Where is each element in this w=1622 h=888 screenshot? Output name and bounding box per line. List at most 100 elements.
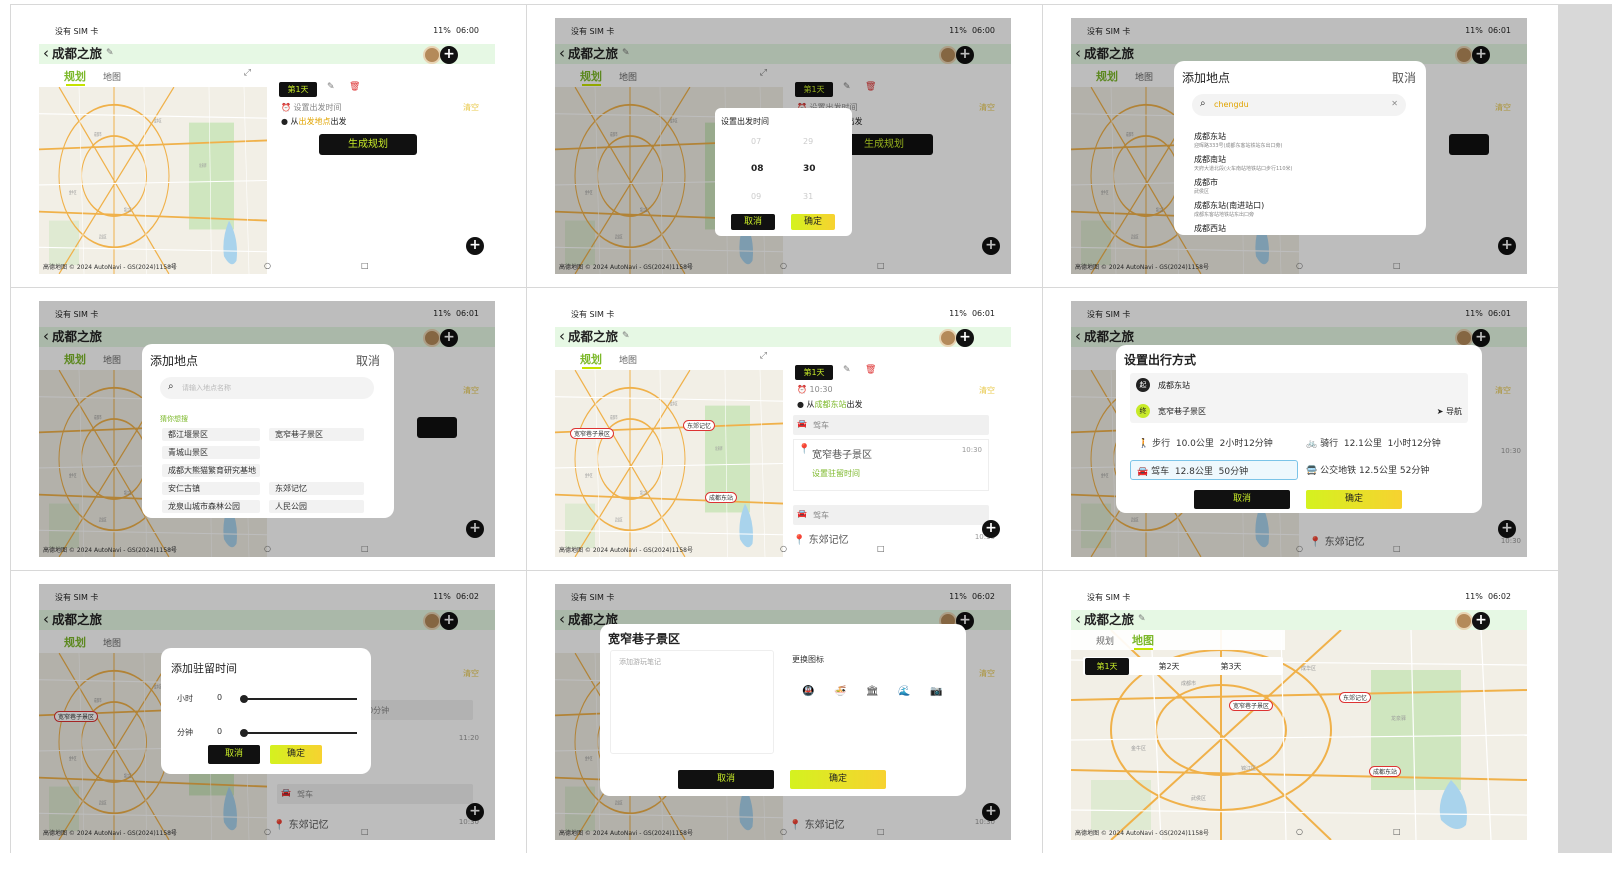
avatar[interactable]	[939, 329, 957, 347]
back-icon[interactable]: ‹	[559, 328, 565, 345]
suggestion-item[interactable]: 人民公园	[269, 500, 364, 513]
cancel-button[interactable]: 取消	[678, 770, 774, 789]
food-icon[interactable]: 🍜	[834, 686, 846, 697]
plus-icon[interactable]: +	[1472, 612, 1490, 630]
map-marker[interactable]: 成都东站	[705, 492, 738, 503]
tab-plan[interactable]: 规划	[64, 68, 86, 84]
tab-plan[interactable]: 规划	[1096, 634, 1114, 647]
suggestion-item[interactable]: 安仁古镇	[162, 482, 260, 495]
set-stay-link[interactable]: 设置驻留时间	[812, 468, 860, 479]
camera-icon[interactable]: 📷	[930, 686, 942, 697]
nav-recent-icon[interactable]: □	[361, 261, 369, 270]
suggestion-item[interactable]: 东郊记忆	[269, 482, 364, 495]
transit-option[interactable]: 🚍 公交地铁 12.5公里 52分钟	[1306, 463, 1429, 476]
nav-home-icon[interactable]: ○	[264, 261, 271, 270]
hour-selected[interactable]: 08	[751, 164, 764, 174]
tab-plan[interactable]: 规划	[580, 351, 602, 367]
pencil-icon[interactable]: ✎	[1138, 614, 1146, 624]
transport-segment[interactable]: 🚘 驾车	[793, 415, 989, 435]
list-item[interactable]: 成都东站 迎晖路333号(成都东客站铁站东出口旁)	[1194, 131, 1292, 154]
hour-option[interactable]: 09	[751, 192, 761, 201]
suggestion-item[interactable]: 都江堰景区	[162, 428, 260, 441]
nav-home-icon[interactable]: ○	[1296, 261, 1303, 270]
pencil-icon[interactable]: ✎	[327, 82, 335, 92]
car-option[interactable]: 🚘 驾车 12.8公里 50分钟	[1130, 460, 1298, 480]
map-view[interactable]: 宽窄巷子景区 东郊记忆 成都东站 高德地图 © 2024 AutoNavi - …	[555, 370, 783, 557]
hour-option[interactable]: 07	[751, 137, 761, 146]
generate-plan-button[interactable]: 生成规划	[319, 134, 417, 155]
day-tab-1[interactable]: 第1天	[1085, 658, 1129, 675]
nav-back-icon[interactable]: ◁	[169, 261, 175, 270]
list-item[interactable]: 成都南站 天府大道北段(火车南站地铁站口步行110米)	[1194, 154, 1292, 177]
nav-recent-icon[interactable]: □	[877, 261, 885, 270]
clear-icon[interactable]: ✕	[1391, 99, 1398, 108]
nav-recent-icon[interactable]: □	[877, 827, 885, 836]
list-item[interactable]: 成都市 武侯区	[1194, 177, 1292, 200]
minute-slider[interactable]	[240, 729, 357, 737]
nav-home-icon[interactable]: ○	[780, 261, 787, 270]
nav-recent-icon[interactable]: □	[1393, 827, 1401, 836]
walk-option[interactable]: 🚶 步行 10.0公里 2小时12分钟	[1138, 436, 1273, 449]
nav-back-icon[interactable]: ◁	[169, 544, 175, 553]
cancel-button[interactable]: 取消	[1194, 490, 1290, 509]
building-icon[interactable]: 🏛	[866, 686, 879, 697]
slider-handle[interactable]	[240, 695, 248, 703]
nav-home-icon[interactable]: ○	[780, 827, 787, 836]
suggestion-item[interactable]: 青城山景区	[162, 446, 260, 459]
nav-recent-icon[interactable]: □	[877, 544, 885, 553]
suggestion-item[interactable]: 宽窄巷子景区	[269, 428, 364, 441]
suggestion-item[interactable]: 龙泉山城市森林公园	[162, 500, 260, 513]
nav-back-icon[interactable]: ◁	[169, 827, 175, 836]
slider-handle[interactable]	[240, 729, 248, 737]
wave-icon[interactable]: 🌊	[898, 686, 910, 697]
pencil-icon[interactable]: ✎	[622, 331, 630, 341]
map-marker[interactable]: 东郊记忆	[1339, 692, 1372, 703]
plus-icon[interactable]: +	[982, 520, 1000, 538]
search-input[interactable]: ⌕ chengdu ✕	[1192, 94, 1406, 116]
list-item[interactable]: 成都东站(南进站口) 成都东客站地铁站东出口旁	[1194, 200, 1292, 223]
note-textarea[interactable]: 添加游玩笔记	[610, 650, 774, 754]
nav-home-icon[interactable]: ○	[1296, 827, 1303, 836]
map-marker[interactable]: 东郊记忆	[683, 420, 716, 431]
day-tab-2[interactable]: 第2天	[1147, 658, 1191, 675]
nav-home-icon[interactable]: ○	[780, 544, 787, 553]
clear-button[interactable]: 清空	[463, 102, 479, 113]
plus-icon[interactable]: +	[440, 46, 458, 64]
day-1-tab[interactable]: 第1天	[795, 365, 833, 380]
poi-card[interactable]: 📍 宽窄巷子景区 10:30 设置驻留时间	[793, 439, 989, 491]
cancel-button[interactable]: 取消	[356, 352, 380, 369]
plus-icon[interactable]: +	[956, 329, 974, 347]
confirm-button[interactable]: 确定	[270, 745, 322, 764]
bike-option[interactable]: 🚲 骑行 12.1公里 1小时12分钟	[1306, 436, 1441, 449]
avatar[interactable]	[423, 46, 441, 64]
nav-recent-icon[interactable]: □	[361, 827, 369, 836]
tab-map[interactable]: 地图	[103, 70, 121, 83]
minute-option[interactable]: 31	[803, 192, 813, 201]
plus-icon[interactable]: +	[466, 237, 484, 255]
day-tab-3[interactable]: 第3天	[1209, 658, 1253, 675]
confirm-button[interactable]: 确定	[790, 770, 886, 789]
suggestion-item[interactable]: 成都大熊猫繁育研究基地	[162, 464, 260, 477]
cancel-button[interactable]: 取消	[731, 214, 775, 230]
nav-recent-icon[interactable]: □	[1393, 261, 1401, 270]
day-1-tab[interactable]: 第1天	[279, 82, 317, 97]
from-row[interactable]: ● 从成都东站出发	[797, 399, 863, 410]
nav-home-icon[interactable]: ○	[264, 544, 271, 553]
avatar[interactable]	[1455, 612, 1473, 630]
map-view[interactable]: 高德地图 © 2024 AutoNavi - GS(2024)1158号	[39, 87, 267, 274]
cancel-button[interactable]: 取消	[1392, 69, 1416, 86]
tab-map[interactable]: 地图	[619, 353, 637, 366]
nav-recent-icon[interactable]: □	[361, 544, 369, 553]
nav-home-icon[interactable]: ○	[264, 827, 271, 836]
trash-icon[interactable]: 🗑	[349, 82, 360, 92]
transport-segment[interactable]: 🚘 驾车	[793, 505, 989, 525]
from-row[interactable]: ● 从出发地点出发	[281, 116, 347, 127]
confirm-button[interactable]: 确定	[791, 214, 835, 230]
minute-selected[interactable]: 30	[803, 164, 816, 174]
back-icon[interactable]: ‹	[1075, 611, 1081, 628]
minute-option[interactable]: 29	[803, 137, 813, 146]
trash-icon[interactable]: 🗑	[865, 365, 876, 375]
tab-map[interactable]: 地图	[1132, 632, 1154, 648]
confirm-button[interactable]: 确定	[1306, 490, 1402, 509]
pencil-icon[interactable]: ✎	[106, 48, 114, 58]
